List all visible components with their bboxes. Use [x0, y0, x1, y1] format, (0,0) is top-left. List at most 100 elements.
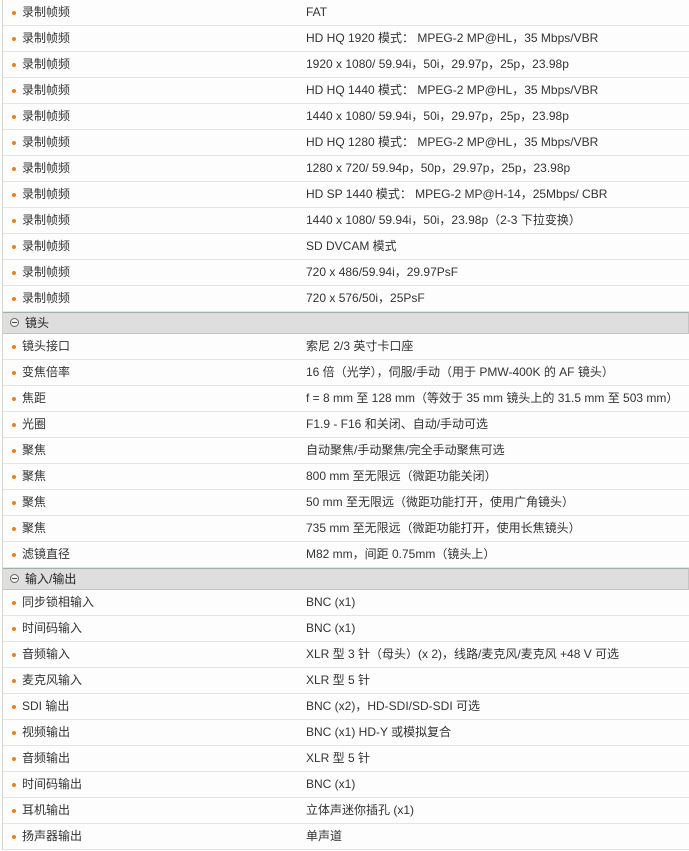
spec-value: 单声道 [306, 829, 343, 843]
spec-row: 录制帧频 1280 x 720/ 59.94p，50p，29.97p，25p，23… [3, 156, 689, 182]
bullet-icon [12, 627, 16, 631]
spec-label: 录制帧频 [22, 135, 71, 149]
spec-row: 聚焦 自动聚焦/手动聚焦/完全手动聚焦可选 [3, 438, 689, 464]
collapse-icon[interactable] [10, 574, 19, 583]
bullet-icon [12, 89, 16, 93]
spec-row: SDI 输出 BNC (x2)，HD-SDI/SD-SDI 可选 [3, 694, 689, 720]
spec-row: 录制帧频 SD DVCAM 模式 [3, 234, 689, 260]
bullet-icon [12, 757, 16, 761]
spec-value: HD HQ 1440 模式： MPEG-2 MP@HL，35 Mbps/VBR [306, 83, 599, 97]
spec-label: 录制帧频 [22, 291, 71, 305]
section-recording: 录制帧频 FAT 录制帧频 HD HQ 1920 模式： MPEG-2 MP@HL，… [3, 0, 689, 312]
section-title: 输入/输出 [25, 572, 77, 586]
spec-value: 索尼 2/3 英寸卡口座 [306, 339, 414, 353]
spec-row: 变焦倍率 16 倍（光学），伺服/手动（用于 PMW-400K 的 AF 镜头） [3, 360, 689, 386]
spec-label: 录制帧频 [22, 239, 71, 253]
spec-row: 镜头接口 索尼 2/3 英寸卡口座 [3, 334, 689, 360]
spec-label: 录制帧频 [22, 213, 71, 227]
spec-label: 时间码输出 [22, 777, 83, 791]
spec-value: BNC (x1) HD-Y 或模拟复合 [306, 725, 452, 739]
spec-value: SD DVCAM 模式 [306, 239, 397, 253]
bullet-icon [12, 731, 16, 735]
spec-row: 扬声器输出 单声道 [3, 824, 689, 850]
spec-label: 音频输入 [22, 647, 71, 661]
section-header-io[interactable]: 输入/输出 [3, 568, 689, 590]
bullet-icon [12, 553, 16, 557]
spec-label: 聚焦 [22, 443, 47, 457]
bullet-icon [12, 271, 16, 275]
spec-row: 录制帧频 1440 x 1080/ 59.94i，50i，29.97p，25p，2… [3, 104, 689, 130]
bullet-icon [12, 63, 16, 67]
spec-value: 1920 x 1080/ 59.94i，50i，29.97p，25p，23.98… [306, 57, 569, 71]
bullet-icon [12, 11, 16, 15]
bullet-icon [12, 501, 16, 505]
bullet-icon [12, 679, 16, 683]
spec-row: 焦距 f = 8 mm 至 128 mm（等效于 35 mm 镜头上的 31.5 … [3, 386, 689, 412]
spec-value: 1440 x 1080/ 59.94i，50i，23.98p（2-3 下拉变换） [306, 213, 581, 227]
spec-value: 1440 x 1080/ 59.94i，50i，29.97p，25p，23.98… [306, 109, 569, 123]
bullet-icon [12, 297, 16, 301]
spec-value: 1280 x 720/ 59.94p，50p，29.97p，25p，23.98p [306, 161, 571, 175]
spec-value: BNC (x1) [306, 595, 356, 609]
spec-row: 时间码输出 BNC (x1) [3, 772, 689, 798]
spec-value: 800 mm 至无限远（微距功能关闭） [306, 469, 497, 483]
section-lens: 镜头 镜头接口 索尼 2/3 英寸卡口座 变焦倍率 16 倍（光学），伺服/手动（用… [3, 312, 689, 568]
spec-row: 录制帧频 HD SP 1440 模式： MPEG-2 MP@H-14，25Mbps… [3, 182, 689, 208]
spec-label: 录制帧频 [22, 187, 71, 201]
spec-value: FAT [306, 5, 328, 19]
spec-row: 聚焦 735 mm 至无限远（微距功能打开，使用长焦镜头） [3, 516, 689, 542]
spec-value: F1.9 - F16 和关闭、自动/手动可选 [306, 417, 489, 431]
spec-row: 滤镜直径 M82 mm，间距 0.75mm（镜头上） [3, 542, 689, 568]
spec-value: 自动聚焦/手动聚焦/完全手动聚焦可选 [306, 443, 505, 457]
spec-value: 立体声迷你插孔 (x1) [306, 803, 415, 817]
spec-label: 焦距 [22, 391, 47, 405]
spec-value: f = 8 mm 至 128 mm（等效于 35 mm 镜头上的 31.5 mm… [306, 391, 679, 405]
spec-row: 同步锁相输入 BNC (x1) [3, 590, 689, 616]
spec-row: 录制帧频 HD HQ 1440 模式： MPEG-2 MP@HL，35 Mbps/… [3, 78, 689, 104]
spec-row: 聚焦 800 mm 至无限远（微距功能关闭） [3, 464, 689, 490]
section-title: 镜头 [25, 316, 50, 330]
spec-label: 音频输出 [22, 751, 71, 765]
spec-row: 麦克风输入 XLR 型 5 针 [3, 668, 689, 694]
bullet-icon [12, 397, 16, 401]
spec-row: 录制帧频 1920 x 1080/ 59.94i，50i，29.97p，25p，2… [3, 52, 689, 78]
spec-row: 音频输入 XLR 型 3 针（母头）(x 2)，线路/麦克风/麦克风 +48 V … [3, 642, 689, 668]
spec-row: 时间码输入 BNC (x1) [3, 616, 689, 642]
bullet-icon [12, 475, 16, 479]
spec-value: BNC (x1) [306, 621, 356, 635]
spec-value: M82 mm，间距 0.75mm（镜头上） [306, 547, 496, 561]
bullet-icon [12, 345, 16, 349]
bullet-icon [12, 371, 16, 375]
spec-row: 录制帧频 720 x 576/50i，25PsF [3, 286, 689, 312]
spec-label: 镜头接口 [22, 339, 71, 353]
spec-row: 耳机输出 立体声迷你插孔 (x1) [3, 798, 689, 824]
spec-label: 同步锁相输入 [22, 595, 95, 609]
bullet-icon [12, 245, 16, 249]
spec-value: BNC (x2)，HD-SDI/SD-SDI 可选 [306, 699, 481, 713]
section-header-lens[interactable]: 镜头 [3, 312, 689, 334]
spec-label: 变焦倍率 [22, 365, 71, 379]
spec-label: 聚焦 [22, 495, 47, 509]
spec-label: 录制帧频 [22, 265, 71, 279]
spec-value: XLR 型 5 针 [306, 751, 371, 765]
spec-label: 录制帧频 [22, 31, 71, 45]
bullet-icon [12, 835, 16, 839]
spec-value: 735 mm 至无限远（微距功能打开，使用长焦镜头） [306, 521, 581, 535]
spec-label: 光圈 [22, 417, 47, 431]
bullet-icon [12, 809, 16, 813]
bullet-icon [12, 219, 16, 223]
spec-label: 麦克风输入 [22, 673, 83, 687]
spec-row: 录制帧频 HD HQ 1920 模式： MPEG-2 MP@HL，35 Mbps/… [3, 26, 689, 52]
bullet-icon [12, 783, 16, 787]
spec-row: 视频输出 BNC (x1) HD-Y 或模拟复合 [3, 720, 689, 746]
spec-label: 滤镜直径 [22, 547, 71, 561]
bullet-icon [12, 527, 16, 531]
spec-label: 录制帧频 [22, 57, 71, 71]
spec-label: SDI 输出 [22, 699, 70, 713]
spec-value: HD HQ 1280 模式： MPEG-2 MP@HL，35 Mbps/VBR [306, 135, 599, 149]
spec-value: 50 mm 至无限远（微距功能打开，使用广角镜头） [306, 495, 575, 509]
spec-row: 光圈 F1.9 - F16 和关闭、自动/手动可选 [3, 412, 689, 438]
collapse-icon[interactable] [10, 318, 19, 327]
spec-label: 聚焦 [22, 521, 47, 535]
spec-label: 录制帧频 [22, 109, 71, 123]
